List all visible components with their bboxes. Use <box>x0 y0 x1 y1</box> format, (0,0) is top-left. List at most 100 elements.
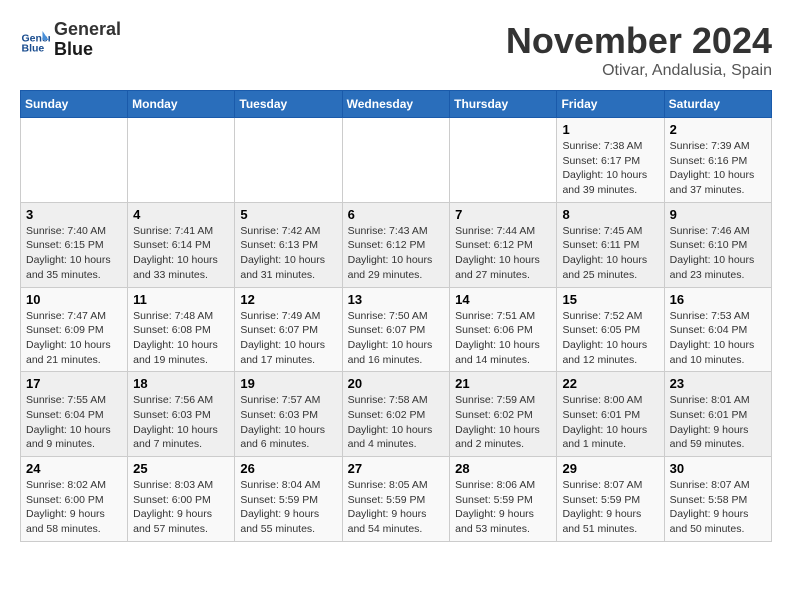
calendar-week: 24 Sunrise: 8:02 AM Sunset: 6:00 PM Dayli… <box>21 457 772 542</box>
header: General Blue General Blue November 2024 … <box>20 20 772 80</box>
calendar-cell: 4 Sunrise: 7:41 AM Sunset: 6:14 PM Daylig… <box>128 202 235 287</box>
calendar-cell: 7Sunrise: 7:44 AM Sunset: 6:12 PM Daylig… <box>450 202 557 287</box>
day-number: 2 <box>670 122 766 137</box>
calendar-cell <box>342 118 450 203</box>
day-info: Sunrise: 7:53 AM Sunset: 6:04 PM Dayligh… <box>670 309 766 368</box>
day-number: 15 <box>562 292 658 307</box>
day-number: 1 <box>562 122 658 137</box>
calendar-cell: 12Sunrise: 7:49 AM Sunset: 6:07 PM Dayli… <box>235 287 342 372</box>
day-info: Sunrise: 7:47 AM Sunset: 6:09 PM Dayligh… <box>26 309 122 368</box>
calendar-cell: 2 Sunrise: 7:39 AM Sunset: 6:16 PM Daylig… <box>664 118 771 203</box>
calendar-cell: 24 Sunrise: 8:02 AM Sunset: 6:00 PM Dayli… <box>21 457 128 542</box>
calendar-cell: 26 Sunrise: 8:04 AM Sunset: 5:59 PM Dayli… <box>235 457 342 542</box>
day-info: Sunrise: 7:44 AM Sunset: 6:12 PM Dayligh… <box>455 224 551 283</box>
calendar-cell: 28 Sunrise: 8:06 AM Sunset: 5:59 PM Dayli… <box>450 457 557 542</box>
day-info: Sunrise: 8:01 AM Sunset: 6:01 PM Dayligh… <box>670 393 766 452</box>
day-number: 20 <box>348 376 445 391</box>
calendar-cell: 8 Sunrise: 7:45 AM Sunset: 6:11 PM Daylig… <box>557 202 664 287</box>
weekday-header: Monday <box>128 91 235 118</box>
day-info: Sunrise: 8:06 AM Sunset: 5:59 PM Dayligh… <box>455 478 551 537</box>
location-title: Otivar, Andalusia, Spain <box>506 62 772 80</box>
day-number: 14 <box>455 292 551 307</box>
day-info: Sunrise: 7:57 AM Sunset: 6:03 PM Dayligh… <box>240 393 336 452</box>
day-info: Sunrise: 7:56 AM Sunset: 6:03 PM Dayligh… <box>133 393 229 452</box>
day-number: 27 <box>348 461 445 476</box>
calendar-cell: 9 Sunrise: 7:46 AM Sunset: 6:10 PM Daylig… <box>664 202 771 287</box>
calendar-cell: 10 Sunrise: 7:47 AM Sunset: 6:09 PM Dayli… <box>21 287 128 372</box>
day-number: 6 <box>348 207 445 222</box>
day-number: 30 <box>670 461 766 476</box>
day-info: Sunrise: 7:49 AM Sunset: 6:07 PM Dayligh… <box>240 309 336 368</box>
logo-text: General Blue <box>54 20 121 60</box>
weekday-header: Tuesday <box>235 91 342 118</box>
logo-line1: General <box>54 20 121 40</box>
day-number: 24 <box>26 461 122 476</box>
day-number: 23 <box>670 376 766 391</box>
day-number: 19 <box>240 376 336 391</box>
svg-text:Blue: Blue <box>22 42 45 54</box>
weekday-header: Thursday <box>450 91 557 118</box>
day-info: Sunrise: 7:45 AM Sunset: 6:11 PM Dayligh… <box>562 224 658 283</box>
day-number: 22 <box>562 376 658 391</box>
calendar-cell: 1 Sunrise: 7:38 AM Sunset: 6:17 PM Daylig… <box>557 118 664 203</box>
day-number: 13 <box>348 292 445 307</box>
day-number: 4 <box>133 207 229 222</box>
day-number: 26 <box>240 461 336 476</box>
calendar-cell: 19 Sunrise: 7:57 AM Sunset: 6:03 PM Dayli… <box>235 372 342 457</box>
day-info: Sunrise: 8:00 AM Sunset: 6:01 PM Dayligh… <box>562 393 658 452</box>
calendar-cell <box>235 118 342 203</box>
calendar-cell: 15 Sunrise: 7:52 AM Sunset: 6:05 PM Dayli… <box>557 287 664 372</box>
calendar-cell: 3Sunrise: 7:40 AM Sunset: 6:15 PM Daylig… <box>21 202 128 287</box>
logo: General Blue General Blue <box>20 20 121 60</box>
calendar: SundayMondayTuesdayWednesdayThursdayFrid… <box>20 90 772 542</box>
day-info: Sunrise: 7:52 AM Sunset: 6:05 PM Dayligh… <box>562 309 658 368</box>
day-number: 17 <box>26 376 122 391</box>
calendar-cell <box>450 118 557 203</box>
day-number: 9 <box>670 207 766 222</box>
calendar-cell: 18 Sunrise: 7:56 AM Sunset: 6:03 PM Dayli… <box>128 372 235 457</box>
calendar-cell: 17 Sunrise: 7:55 AM Sunset: 6:04 PM Dayli… <box>21 372 128 457</box>
calendar-cell <box>128 118 235 203</box>
calendar-week: 3Sunrise: 7:40 AM Sunset: 6:15 PM Daylig… <box>21 202 772 287</box>
day-number: 28 <box>455 461 551 476</box>
calendar-cell: 27Sunrise: 8:05 AM Sunset: 5:59 PM Dayli… <box>342 457 450 542</box>
day-info: Sunrise: 7:55 AM Sunset: 6:04 PM Dayligh… <box>26 393 122 452</box>
calendar-cell: 22 Sunrise: 8:00 AM Sunset: 6:01 PM Dayli… <box>557 372 664 457</box>
calendar-cell: 20 Sunrise: 7:58 AM Sunset: 6:02 PM Dayli… <box>342 372 450 457</box>
day-info: Sunrise: 7:38 AM Sunset: 6:17 PM Dayligh… <box>562 139 658 198</box>
day-number: 5 <box>240 207 336 222</box>
day-info: Sunrise: 7:50 AM Sunset: 6:07 PM Dayligh… <box>348 309 445 368</box>
weekday-header: Sunday <box>21 91 128 118</box>
logo-icon: General Blue <box>20 25 50 55</box>
day-info: Sunrise: 7:40 AM Sunset: 6:15 PM Dayligh… <box>26 224 122 283</box>
calendar-week: 17 Sunrise: 7:55 AM Sunset: 6:04 PM Dayli… <box>21 372 772 457</box>
calendar-cell: 23 Sunrise: 8:01 AM Sunset: 6:01 PM Dayli… <box>664 372 771 457</box>
calendar-week: 1 Sunrise: 7:38 AM Sunset: 6:17 PM Daylig… <box>21 118 772 203</box>
day-info: Sunrise: 7:51 AM Sunset: 6:06 PM Dayligh… <box>455 309 551 368</box>
calendar-cell: 11 Sunrise: 7:48 AM Sunset: 6:08 PM Dayli… <box>128 287 235 372</box>
day-number: 25 <box>133 461 229 476</box>
day-info: Sunrise: 7:48 AM Sunset: 6:08 PM Dayligh… <box>133 309 229 368</box>
weekday-header: Friday <box>557 91 664 118</box>
day-number: 10 <box>26 292 122 307</box>
day-number: 11 <box>133 292 229 307</box>
day-number: 21 <box>455 376 551 391</box>
day-info: Sunrise: 8:02 AM Sunset: 6:00 PM Dayligh… <box>26 478 122 537</box>
day-info: Sunrise: 7:41 AM Sunset: 6:14 PM Dayligh… <box>133 224 229 283</box>
day-info: Sunrise: 7:46 AM Sunset: 6:10 PM Dayligh… <box>670 224 766 283</box>
day-number: 8 <box>562 207 658 222</box>
calendar-cell: 25Sunrise: 8:03 AM Sunset: 6:00 PM Dayli… <box>128 457 235 542</box>
day-number: 18 <box>133 376 229 391</box>
day-info: Sunrise: 7:42 AM Sunset: 6:13 PM Dayligh… <box>240 224 336 283</box>
calendar-cell: 5 Sunrise: 7:42 AM Sunset: 6:13 PM Daylig… <box>235 202 342 287</box>
calendar-cell: 21Sunrise: 7:59 AM Sunset: 6:02 PM Dayli… <box>450 372 557 457</box>
weekday-header: Wednesday <box>342 91 450 118</box>
day-info: Sunrise: 8:07 AM Sunset: 5:58 PM Dayligh… <box>670 478 766 537</box>
day-info: Sunrise: 7:39 AM Sunset: 6:16 PM Dayligh… <box>670 139 766 198</box>
logo-line2: Blue <box>54 40 121 60</box>
calendar-cell: 6 Sunrise: 7:43 AM Sunset: 6:12 PM Daylig… <box>342 202 450 287</box>
weekday-row: SundayMondayTuesdayWednesdayThursdayFrid… <box>21 91 772 118</box>
day-info: Sunrise: 7:43 AM Sunset: 6:12 PM Dayligh… <box>348 224 445 283</box>
day-info: Sunrise: 8:04 AM Sunset: 5:59 PM Dayligh… <box>240 478 336 537</box>
day-info: Sunrise: 7:58 AM Sunset: 6:02 PM Dayligh… <box>348 393 445 452</box>
